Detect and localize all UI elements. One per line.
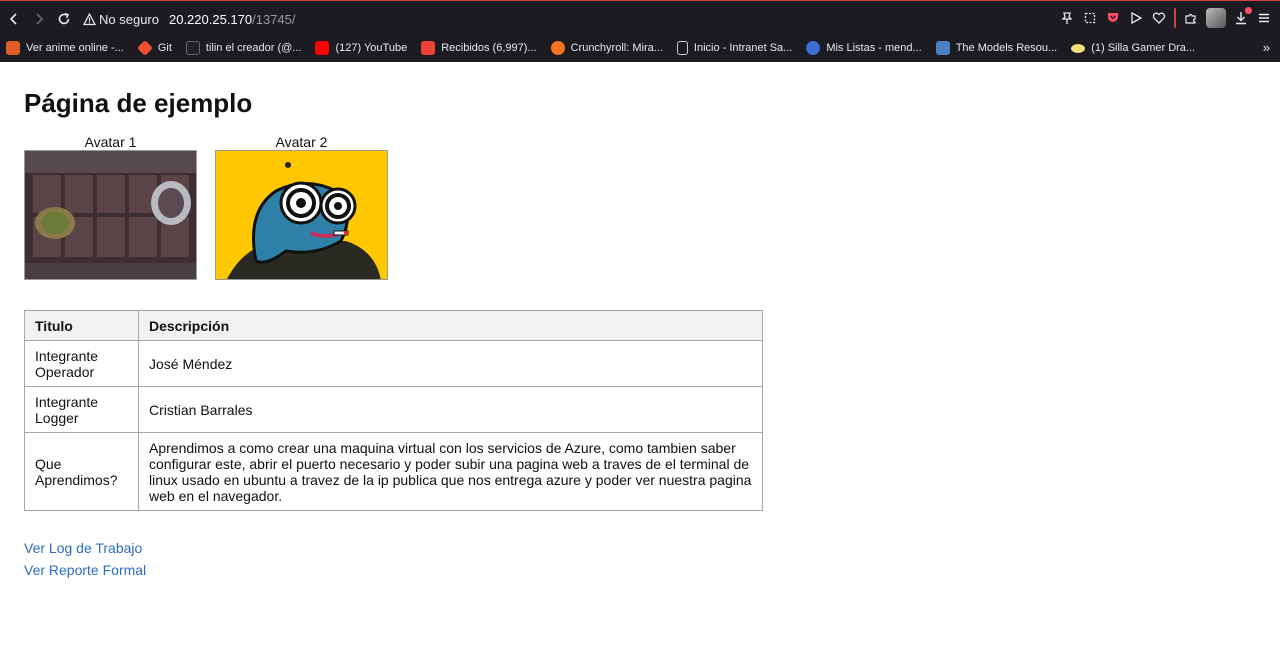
table-cell-desc: Cristian Barrales xyxy=(138,386,763,433)
table-cell-title: Que Aprendimos? xyxy=(24,432,139,511)
bookmark-label: Mis Listas - mend... xyxy=(826,42,922,54)
table-row: Que Aprendimos? Aprendimos a como crear … xyxy=(24,432,763,511)
bookmark-favicon-icon xyxy=(315,41,330,55)
profile-avatar[interactable] xyxy=(1206,8,1226,28)
browser-chrome: No seguro 20.220.25.170/13745/ Ver anime… xyxy=(0,0,1280,62)
page-title: Página de ejemplo xyxy=(24,88,253,118)
page-links: Ver Log de Trabajo Ver Reporte Formal xyxy=(24,537,1254,581)
avatar-caption: Avatar 1 xyxy=(84,134,137,150)
bookmark-item[interactable]: Git xyxy=(136,40,172,56)
pocket-icon xyxy=(1108,13,1118,22)
bookmark-label: Ver anime online -... xyxy=(26,42,124,54)
security-warning-label: No seguro xyxy=(99,11,159,27)
work-log-link[interactable]: Ver Log de Trabajo xyxy=(24,537,1254,559)
heart-icon xyxy=(1152,12,1166,24)
security-warning[interactable]: No seguro xyxy=(83,12,159,27)
forward-button[interactable] xyxy=(28,8,50,30)
table-header-descripcion: Descripción xyxy=(138,310,763,341)
pocket-button[interactable] xyxy=(1105,10,1121,26)
bookmark-favicon-icon xyxy=(185,41,200,55)
back-arrow-icon xyxy=(9,13,17,25)
bookmark-favicon-icon xyxy=(676,41,688,55)
bookmark-item[interactable]: (127) YouTube xyxy=(315,41,407,55)
bookmark-label: Recibidos (6,997)... xyxy=(441,42,537,54)
reload-icon xyxy=(58,12,70,25)
bookmark-favicon-icon xyxy=(6,41,20,55)
bookmark-favicon-icon xyxy=(421,41,436,55)
bookmark-item[interactable]: Inicio - Intranet Sa... xyxy=(676,41,793,55)
bookmark-favicon-icon xyxy=(806,41,821,55)
crop-icon xyxy=(1084,12,1096,24)
avatar-caption: Avatar 2 xyxy=(275,134,328,150)
bookmark-item[interactable]: Mis Listas - mend... xyxy=(806,41,922,55)
bookmark-label: Inicio - Intranet Sa... xyxy=(693,42,793,54)
toolbar-actions xyxy=(1059,7,1272,28)
bookmark-item[interactable]: Crunchyroll: Mira... xyxy=(550,41,663,55)
avatar-image-chocolate xyxy=(24,150,197,280)
bookmark-favicon-icon xyxy=(935,41,950,55)
more-bookmarks-button[interactable]: » xyxy=(1263,40,1270,55)
bookmark-item[interactable]: The Models Resou... xyxy=(935,41,1058,55)
extensions-button[interactable] xyxy=(1183,10,1199,26)
warning-icon xyxy=(83,12,96,25)
bookmark-label: The Models Resou... xyxy=(955,42,1058,54)
avatar-card: Avatar 2 xyxy=(215,134,388,280)
back-button[interactable] xyxy=(3,8,25,30)
table-row: Integrante Operador José Méndez xyxy=(24,340,763,387)
downloads-button[interactable] xyxy=(1233,7,1252,26)
bookmark-favicon-icon xyxy=(550,41,565,55)
bookmark-item[interactable]: Recibidos (6,997)... xyxy=(421,41,537,55)
double-chevron-right-icon: » xyxy=(1262,40,1270,55)
bookmark-item[interactable]: Ver anime online -... xyxy=(6,41,124,55)
avatar-gallery: Avatar 1 Avatar 2 xyxy=(24,134,1254,280)
page-content: Página de ejemplo Avatar 1 Avatar 2 Titu… xyxy=(24,62,1254,581)
bookmarks-bar: Ver anime online -... Git tilin el cread… xyxy=(0,37,1280,59)
bookmark-label: (1) Silla Gamer Dra... xyxy=(1091,42,1196,54)
avatar-image-frog xyxy=(215,150,388,280)
bookmark-label: (127) YouTube xyxy=(335,42,408,54)
bookmark-item[interactable]: (1) Silla Gamer Dra... xyxy=(1071,42,1195,54)
table-header-titulo: Titulo xyxy=(24,310,139,341)
pin-icon xyxy=(1061,12,1073,24)
table-row: Integrante Logger Cristian Barrales xyxy=(24,386,763,433)
play-icon xyxy=(1131,11,1143,25)
bookmark-favicon-icon xyxy=(1071,43,1086,53)
bookmark-label: Crunchyroll: Mira... xyxy=(570,42,663,54)
menu-button[interactable] xyxy=(1256,10,1272,26)
forward-arrow-icon xyxy=(36,13,44,25)
formal-report-link[interactable]: Ver Reporte Formal xyxy=(24,559,1254,581)
bookmark-favicon-icon xyxy=(136,40,153,56)
table-cell-desc: Aprendimos a como crear una maquina virt… xyxy=(138,432,763,511)
screenshot-button[interactable] xyxy=(1082,10,1098,26)
bookmark-label: Git xyxy=(157,42,172,54)
favorite-button[interactable] xyxy=(1151,10,1167,26)
download-badge xyxy=(1245,7,1252,14)
browser-toolbar: No seguro 20.220.25.170/13745/ xyxy=(0,2,1280,36)
toolbar-separator xyxy=(1174,8,1176,28)
send-button[interactable] xyxy=(1128,10,1144,26)
url-host: 20.220.25.170 xyxy=(168,11,253,27)
table-cell-desc: José Méndez xyxy=(138,340,763,387)
bookmark-item[interactable]: tilin el creador (@... xyxy=(185,41,302,55)
url-path: /13745/ xyxy=(252,11,296,27)
puzzle-icon xyxy=(1185,13,1196,24)
reload-button[interactable] xyxy=(53,8,75,30)
info-table: Titulo Descripción Integrante Operador J… xyxy=(24,310,763,511)
hamburger-icon xyxy=(1259,13,1269,23)
table-cell-title: Integrante Logger xyxy=(24,386,139,433)
pin-button[interactable] xyxy=(1059,10,1075,26)
avatar-card: Avatar 1 xyxy=(24,134,197,280)
table-cell-title: Integrante Operador xyxy=(24,340,139,387)
bookmark-label: tilin el creador (@... xyxy=(205,42,302,54)
table-header-row: Titulo Descripción xyxy=(24,310,763,341)
url-bar[interactable]: No seguro 20.220.25.170/13745/ xyxy=(83,7,296,31)
